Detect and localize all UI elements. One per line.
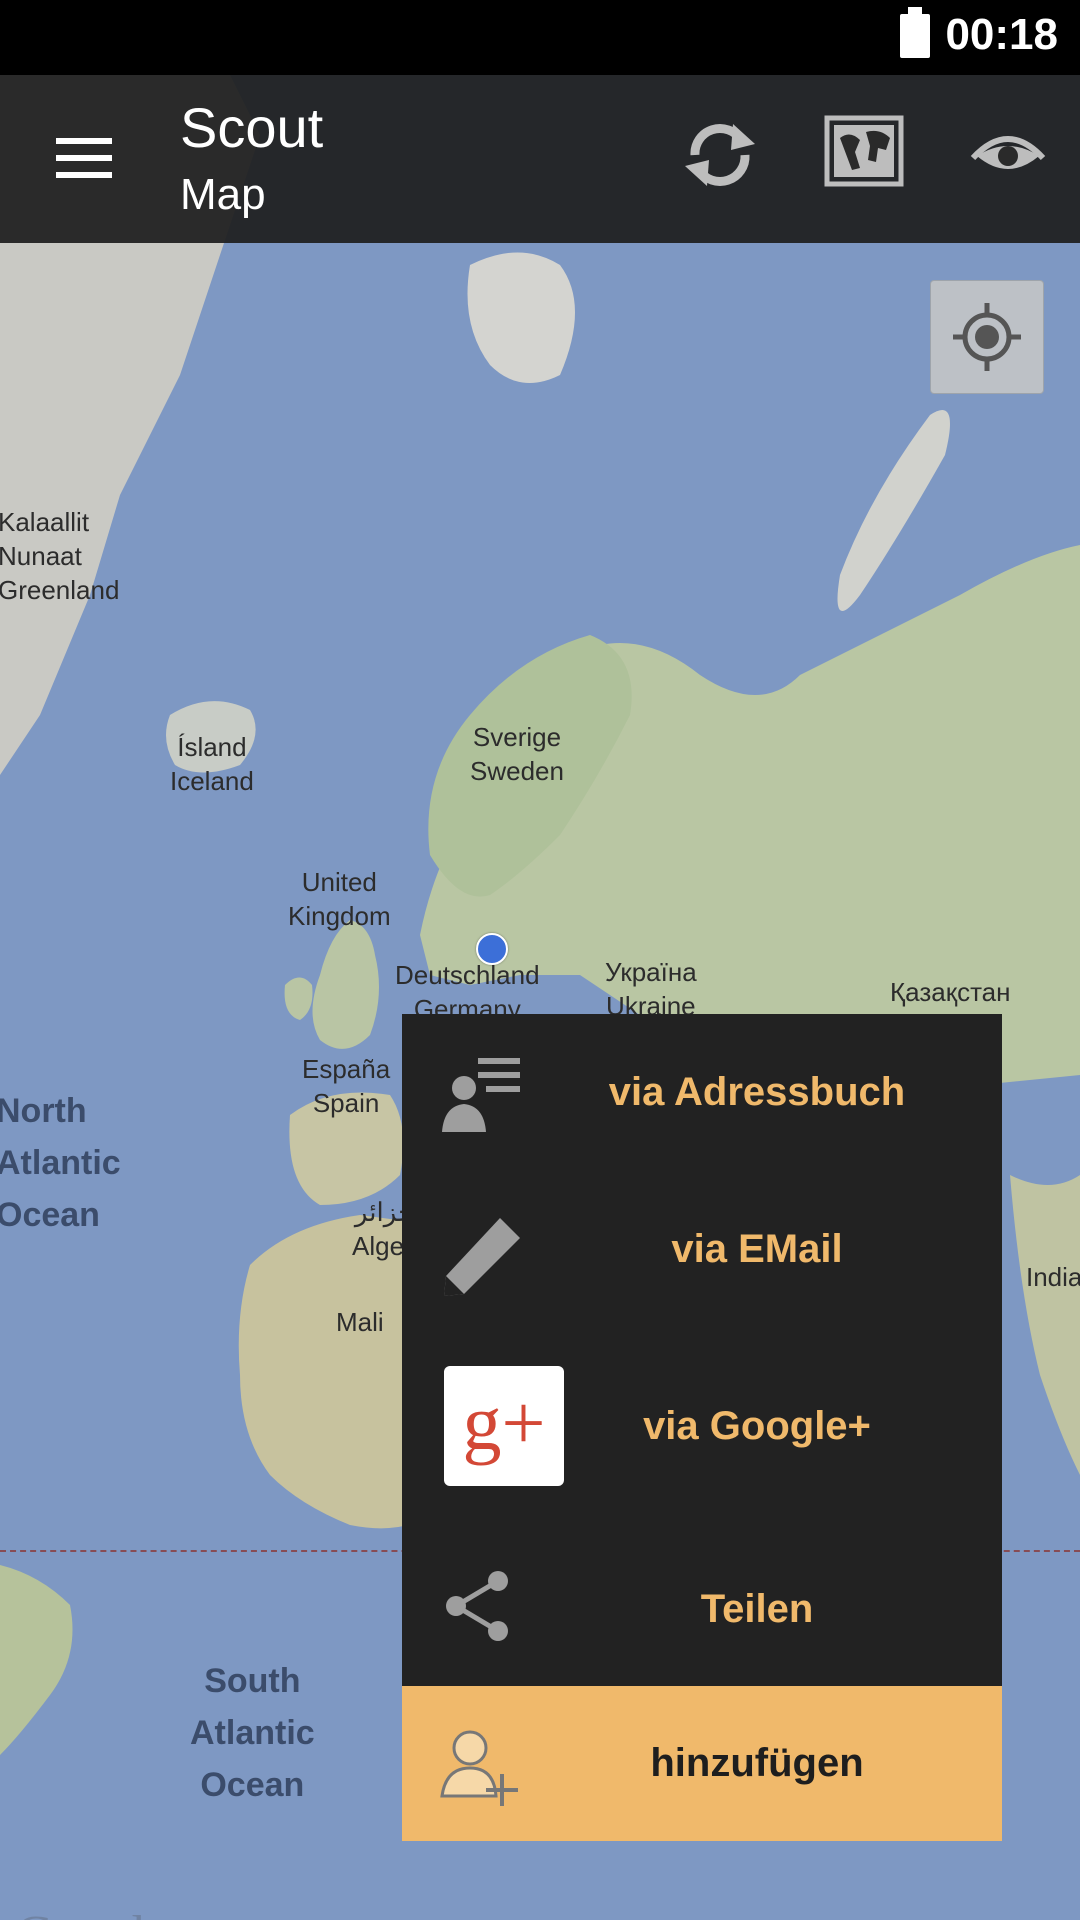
app-title: Scout	[180, 96, 324, 159]
map-label-india: India	[1026, 1262, 1080, 1292]
menu-icon[interactable]	[56, 138, 112, 178]
menu-item-label: hinzufügen	[650, 1741, 864, 1785]
map-label-ukraine: Україна Ukraine	[605, 957, 697, 1021]
share-icon	[440, 1569, 514, 1648]
menu-item-adressbuch[interactable]: via Adressbuch	[402, 1014, 1002, 1169]
menu-item-label: via Adressbuch	[608, 1070, 906, 1114]
status-time: 00:18	[945, 10, 1058, 59]
map-view-icon[interactable]	[820, 110, 910, 200]
map-label-kazakhstan: Қазақстан	[890, 977, 1011, 1007]
menu-item-label: Teilen	[700, 1587, 814, 1631]
map-label-greenland: Kalaallit Nunaat Greenland	[0, 507, 120, 605]
map-label-north-atlantic: North Atlantic Ocean	[0, 1092, 121, 1234]
menu-item-label: via EMail	[671, 1227, 843, 1271]
menu-item-teilen[interactable]: Teilen	[402, 1514, 1002, 1684]
my-location-button[interactable]	[930, 280, 1044, 394]
google-attribution: Google	[16, 1905, 169, 1920]
eye-icon[interactable]	[963, 110, 1053, 200]
menu-item-email[interactable]: via EMail	[402, 1169, 1002, 1334]
map-label-uk: United Kingdom	[288, 867, 391, 931]
menu-item-hinzufuegen[interactable]: hinzufügen	[402, 1686, 1002, 1841]
map-label-iceland: Ísland Iceland	[170, 732, 254, 796]
menu-item-label: via Google+	[643, 1404, 871, 1448]
status-bar: 00:18	[0, 0, 1080, 75]
battery-icon	[900, 7, 930, 58]
crosshair-icon	[953, 303, 1021, 371]
map-label-south-atlantic: South Atlantic Ocean	[190, 1662, 315, 1804]
map-label-mali: Mali	[336, 1307, 384, 1337]
app-subtitle: Map	[180, 170, 266, 219]
current-location-marker[interactable]	[476, 933, 508, 965]
menu-item-google-plus[interactable]: g+ via Google+	[402, 1334, 1002, 1514]
refresh-icon[interactable]	[675, 110, 765, 200]
map-label-spain: España Spain	[302, 1054, 391, 1118]
share-menu: via Adressbuch via EMail g+ via Google+	[402, 1014, 1002, 1841]
app-bar: Scout Map	[0, 75, 1080, 243]
map-label-sweden: Sverige Sweden	[470, 722, 564, 786]
